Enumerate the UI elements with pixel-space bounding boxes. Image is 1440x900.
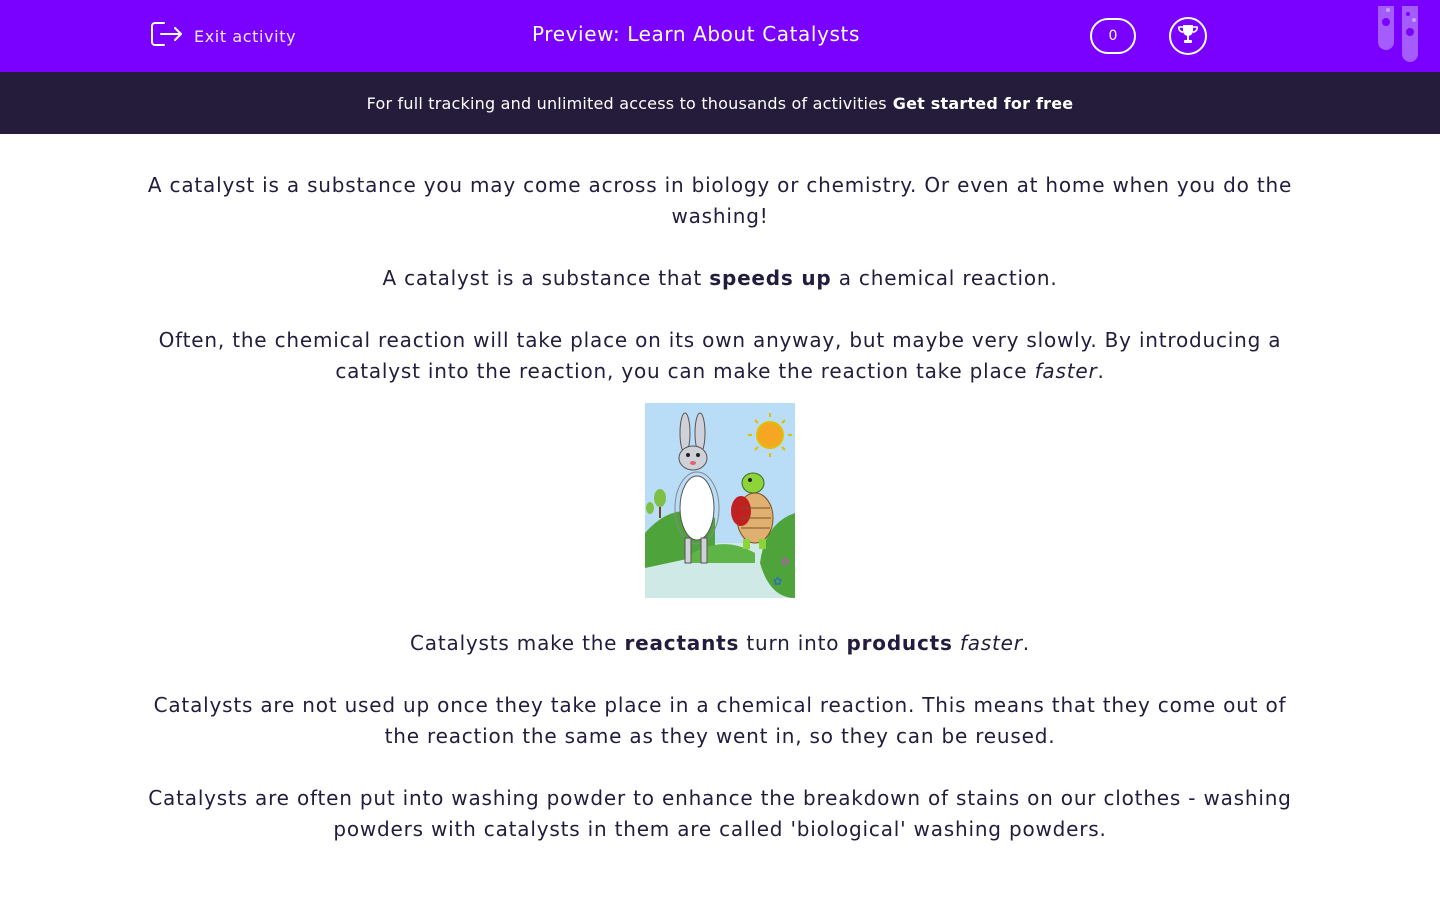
- p3-after: .: [1097, 359, 1105, 383]
- p2-after: a chemical reaction.: [838, 266, 1058, 290]
- svg-text:✿: ✿: [781, 557, 790, 568]
- p2-before: A catalyst is a substance that: [382, 266, 703, 290]
- p4-bold-reactants: reactants: [624, 631, 740, 655]
- upgrade-banner: For full tracking and unlimited access t…: [0, 72, 1440, 134]
- exit-activity-label: Exit activity: [194, 26, 297, 46]
- paragraph-reuse: Catalysts are not used up once they take…: [153, 693, 1287, 748]
- top-bar: Exit activity Preview: Learn About Catal…: [0, 0, 1440, 72]
- test-tubes-icon: [1374, 4, 1426, 66]
- exit-icon: [150, 20, 184, 52]
- get-started-link[interactable]: Get started for free: [893, 94, 1074, 113]
- paragraph-speed: Often, the chemical reaction will take p…: [140, 325, 1300, 387]
- paragraph-definition: A catalyst is a substance that speeds up…: [140, 263, 1300, 294]
- paragraph-washing: Catalysts are often put into washing pow…: [148, 786, 1292, 841]
- paragraph-reactants: Catalysts make the reactants turn into p…: [140, 628, 1300, 659]
- p3-italic: faster: [1034, 359, 1098, 383]
- exit-activity-button[interactable]: Exit activity: [150, 22, 296, 50]
- svg-text:✿: ✿: [773, 575, 783, 588]
- hare-and-tortoise-illustration: ✿ ✿: [645, 403, 795, 598]
- banner-text: For full tracking and unlimited access t…: [366, 93, 887, 113]
- score-counter: 0: [1090, 18, 1136, 54]
- paragraph-intro: A catalyst is a substance you may come a…: [147, 173, 1293, 228]
- p4-before: Catalysts make the: [410, 631, 618, 655]
- page-title: Preview: Learn About Catalysts: [532, 22, 860, 46]
- trophy-button[interactable]: [1169, 17, 1207, 55]
- lesson-content: A catalyst is a substance you may come a…: [140, 170, 1300, 876]
- p3-before: Often, the chemical reaction will take p…: [158, 328, 1282, 383]
- p4-italic: faster: [959, 631, 1023, 655]
- p2-bold: speeds up: [709, 266, 832, 290]
- trophy-icon: [1176, 22, 1200, 50]
- p4-bold-products: products: [846, 631, 953, 655]
- p4-after: .: [1022, 631, 1030, 655]
- p4-middle: turn into: [746, 631, 840, 655]
